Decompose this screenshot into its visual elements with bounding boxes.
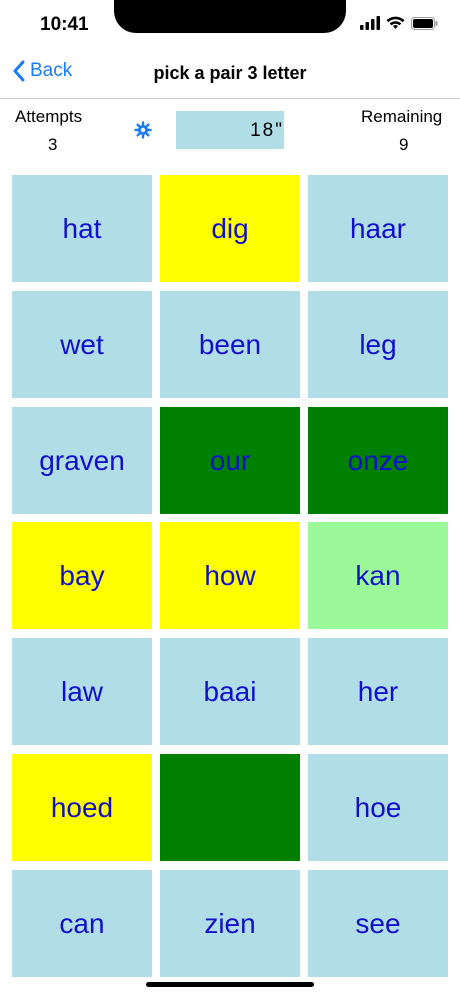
word-tile[interactable]: been: [160, 291, 300, 398]
page-title: pick a pair 3 letter: [153, 63, 307, 83]
navigation-bar: Back pick a pair 3 letter: [0, 50, 460, 99]
word-tile[interactable]: haar: [308, 175, 448, 282]
status-time: 10:41: [40, 14, 89, 35]
word-tile[interactable]: hat: [12, 175, 152, 282]
word-tile[interactable]: leg: [308, 291, 448, 398]
word-tile[interactable]: kan: [308, 522, 448, 629]
word-tile[interactable]: our: [160, 407, 300, 514]
word-tile[interactable]: how: [160, 522, 300, 629]
word-tile[interactable]: see: [308, 870, 448, 977]
attempts-value: 3: [48, 135, 58, 154]
word-tile[interactable]: hoe: [308, 754, 448, 861]
word-tile[interactable]: [160, 754, 300, 861]
word-tile[interactable]: her: [308, 638, 448, 745]
word-tile[interactable]: hoed: [12, 754, 152, 861]
word-tile[interactable]: onze: [308, 407, 448, 514]
battery-icon: [411, 16, 438, 30]
gear-icon[interactable]: [134, 121, 152, 139]
word-tile[interactable]: bay: [12, 522, 152, 629]
attempts-label: Attempts: [15, 107, 83, 126]
status-icons: [360, 16, 438, 30]
remaining-label: Remaining: [361, 107, 443, 126]
remaining-value: 9: [399, 135, 409, 154]
word-tile[interactable]: wet: [12, 291, 152, 398]
device-notch: [114, 0, 346, 33]
signal-icon: [360, 16, 380, 30]
word-tile[interactable]: can: [12, 870, 152, 977]
wifi-icon: [386, 16, 405, 29]
status-bar: 10:41: [0, 0, 460, 50]
word-tile[interactable]: law: [12, 638, 152, 745]
word-tile[interactable]: dig: [160, 175, 300, 282]
word-tile[interactable]: zien: [160, 870, 300, 977]
timer-display: 18": [176, 111, 284, 149]
word-tile[interactable]: graven: [12, 407, 152, 514]
home-indicator: [146, 982, 314, 987]
word-tile[interactable]: baai: [160, 638, 300, 745]
timer-value: 18": [250, 120, 284, 141]
